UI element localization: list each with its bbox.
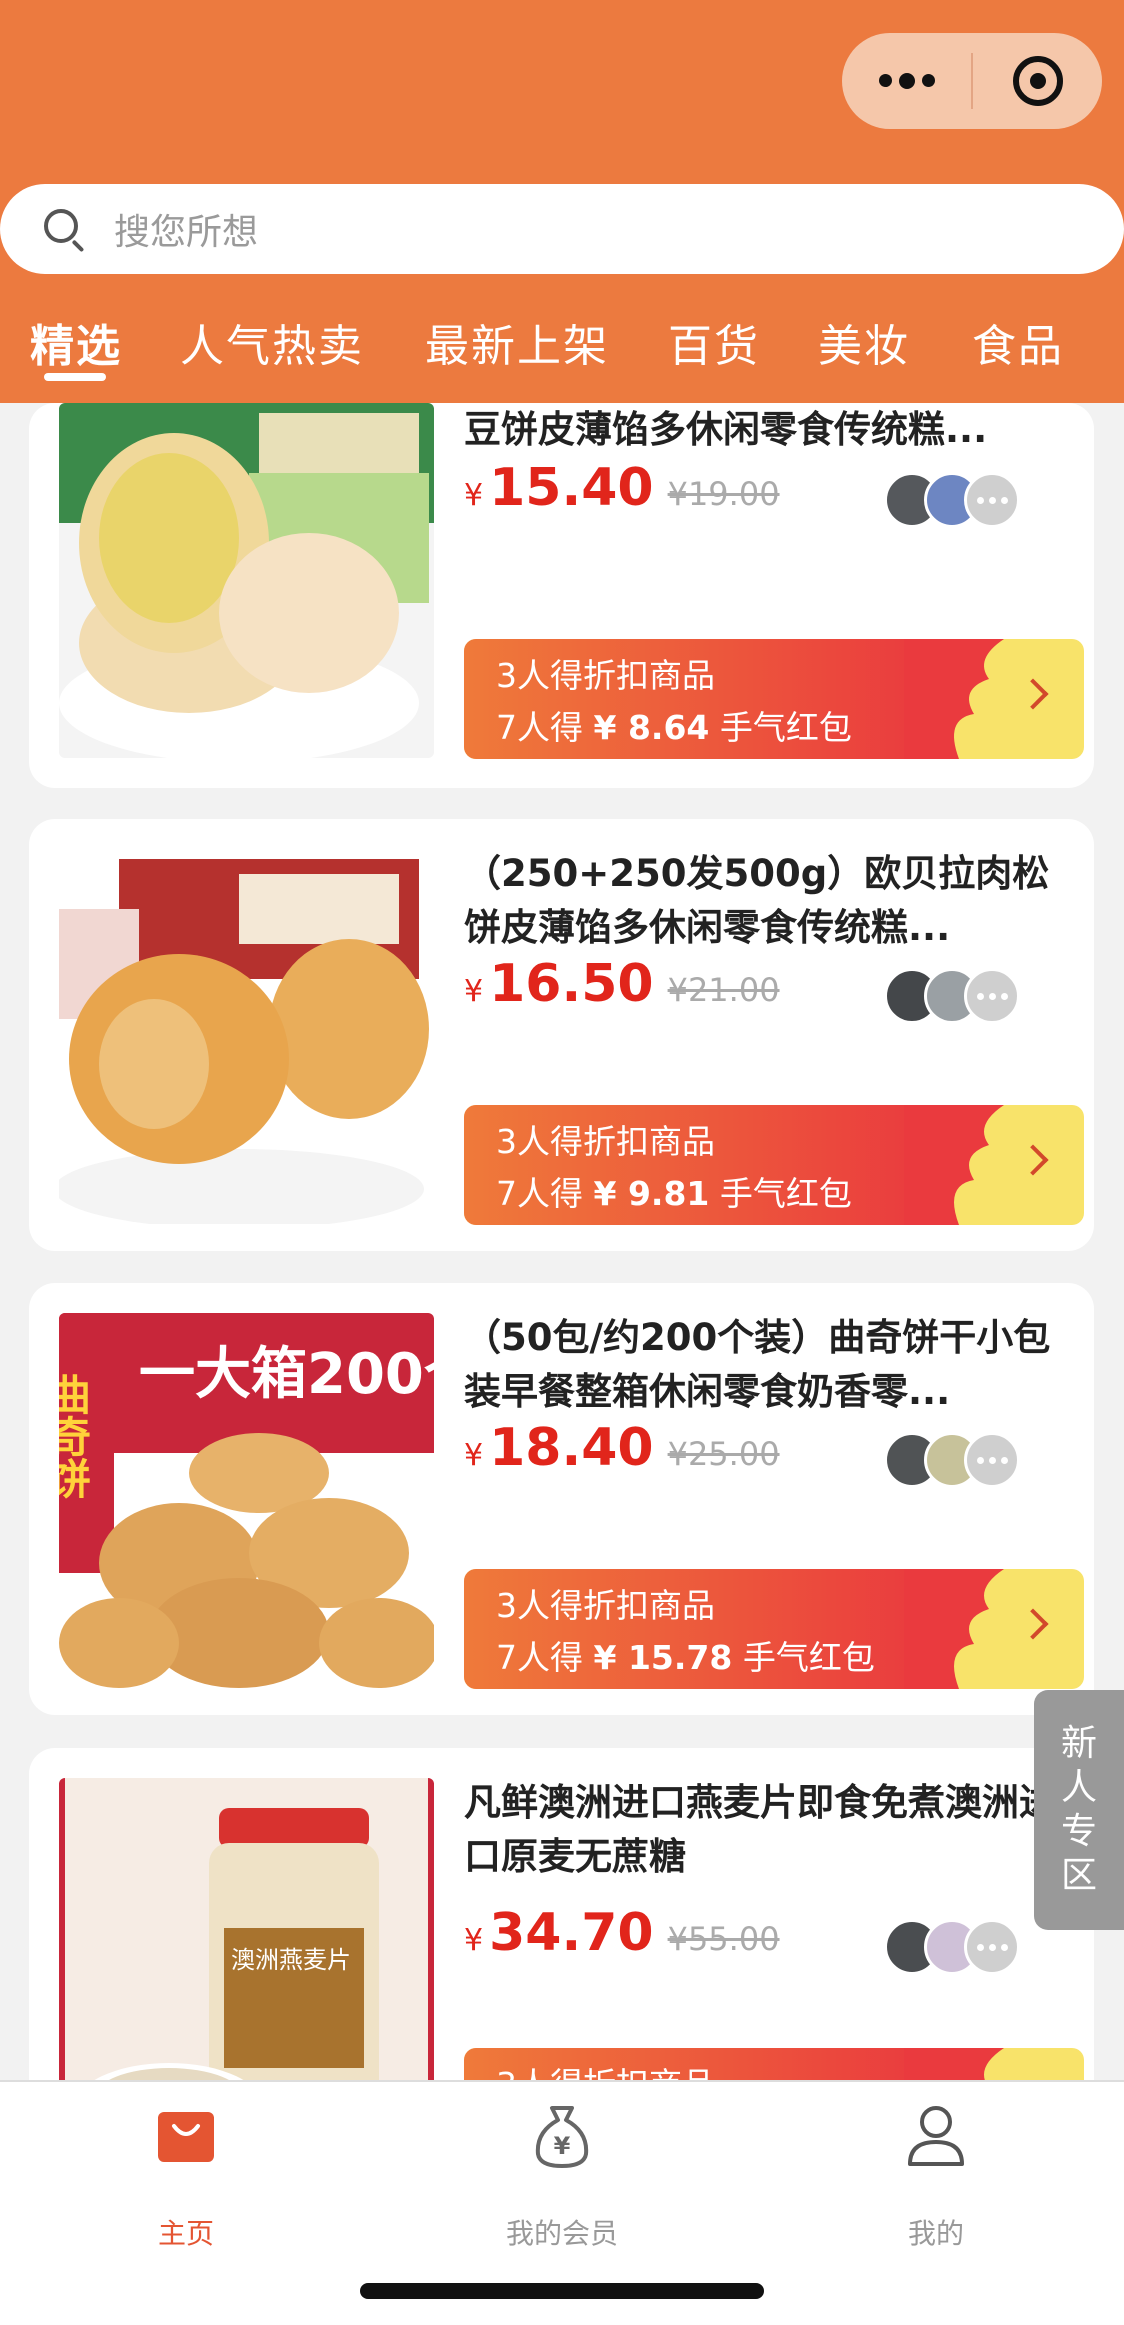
currency-symbol: ¥ (464, 1438, 484, 1473)
group-buy-promo[interactable]: 3人得折扣商品 7人得 ¥ 9.81 手气红包 (464, 1105, 1084, 1225)
price-row: ¥ 34.70 ¥55.00 (464, 1903, 780, 1973)
buyer-avatars (884, 1432, 1044, 1488)
nav-home[interactable]: 主页 (86, 2102, 286, 2250)
product-title[interactable]: 豆饼皮薄馅多休闲零食传统糕... (464, 403, 1074, 457)
original-price: ¥21.00 (667, 971, 780, 1009)
close-miniprogram-button[interactable] (973, 33, 1102, 129)
product-title[interactable]: （50包/约200个装）曲奇饼干小包装早餐整箱休闲零食奶香零... (464, 1311, 1074, 1419)
promo-line1: 3人得折扣商品 (496, 1586, 715, 1625)
tab-beauty[interactable]: 美妆 (818, 310, 910, 374)
promo-line2: 7人得 ¥ 8.64 手气红包 (496, 708, 852, 747)
product-card[interactable]: 澳洲燕麦片 凡鲜澳洲进口燕麦片即食免煮澳洲进口原麦无蔗糖 ¥ 34.70 ¥55… (29, 1748, 1094, 2080)
category-tabs: 精选 人气热卖 最新上架 百货 美妆 食品 (0, 310, 1124, 380)
promo-line1: 3人得折扣商品 (496, 656, 715, 695)
svg-text:¥: ¥ (554, 2132, 571, 2160)
search-placeholder: 搜您所想 (114, 212, 259, 253)
promo-line1: 3人得折扣商品 (496, 2058, 715, 2080)
group-buy-promo[interactable]: 3人得折扣商品 (464, 2048, 1084, 2080)
search-bar[interactable]: 搜您所想 (0, 184, 1124, 274)
home-indicator (360, 2283, 764, 2299)
product-image (59, 849, 434, 1224)
more-avatars-icon (964, 968, 1020, 1024)
user-icon (908, 2106, 964, 2166)
tab-food[interactable]: 食品 (972, 310, 1064, 374)
price-row: ¥ 16.50 ¥21.00 (464, 954, 780, 1024)
currency-symbol: ¥ (464, 1923, 484, 1958)
target-circle-icon (1012, 56, 1063, 106)
nav-membership[interactable]: ¥ 我的会员 (462, 2102, 662, 2250)
promo-line2: 7人得 ¥ 9.81 手气红包 (496, 1174, 852, 1213)
currency-symbol: ¥ (464, 974, 484, 1009)
newbie-zone-tab[interactable]: 新 人 专 区 (1034, 1690, 1124, 1930)
group-buy-promo[interactable]: 3人得折扣商品 7人得 ¥ 8.64 手气红包 (464, 639, 1084, 759)
product-card[interactable]: 一大箱200个 曲奇饼 （50包/约200个装）曲奇饼干小包装早餐整箱休闲零食奶… (29, 1283, 1094, 1715)
image-side-text: 曲奇饼 (59, 1373, 92, 1499)
price: 34.70 (489, 1903, 654, 1963)
product-image: 一大箱200个 曲奇饼 (59, 1313, 434, 1688)
product-image: 澳洲燕麦片 (59, 1778, 434, 2080)
product-card[interactable]: （250+250发500g）欧贝拉肉松饼皮薄馅多休闲零食传统糕... ¥ 16.… (29, 819, 1094, 1251)
price: 18.40 (489, 1418, 654, 1478)
original-price: ¥55.00 (667, 1920, 780, 1958)
product-list[interactable]: 豆饼皮薄馅多休闲零食传统糕... ¥ 15.40 ¥19.00 3人得折扣商品 … (0, 403, 1124, 2080)
promo-line2: 7人得 ¥ 15.78 手气红包 (496, 1638, 875, 1677)
newbie-char: 区 (1060, 1855, 1097, 1896)
image-banner-text: 一大箱200个 (139, 1342, 434, 1407)
more-avatars-icon (964, 1919, 1020, 1975)
currency-symbol: ¥ (464, 478, 484, 513)
original-price: ¥25.00 (667, 1435, 780, 1473)
image-label-text: 澳洲燕麦片 (231, 1946, 351, 1974)
app-page: 搜您所想 精选 人气热卖 最新上架 百货 美妆 食品 豆饼皮薄馅多休闲零食传统糕… (0, 0, 1124, 2325)
nav-label: 主页 (157, 2217, 214, 2250)
shopping-bag-icon (158, 2112, 214, 2162)
product-title[interactable]: 凡鲜澳洲进口燕麦片即食免煮澳洲进口原麦无蔗糖 (464, 1776, 1074, 1884)
mini-program-capsule (842, 33, 1102, 129)
header: 搜您所想 精选 人气热卖 最新上架 百货 美妆 食品 (0, 0, 1124, 403)
more-avatars-icon (964, 1432, 1020, 1488)
price-row: ¥ 18.40 ¥25.00 (464, 1418, 780, 1488)
more-menu-button[interactable] (842, 33, 971, 129)
tab-popular[interactable]: 人气热卖 (180, 310, 364, 374)
nav-label: 我的会员 (505, 2217, 618, 2250)
tab-general-goods[interactable]: 百货 (668, 310, 760, 374)
tab-new-arrivals[interactable]: 最新上架 (425, 310, 609, 374)
product-title[interactable]: （250+250发500g）欧贝拉肉松饼皮薄馅多休闲零食传统糕... (464, 847, 1074, 955)
promo-line1: 3人得折扣商品 (496, 1122, 715, 1161)
price: 15.40 (489, 458, 654, 518)
active-tab-indicator (44, 373, 106, 381)
nav-label: 我的 (907, 2217, 964, 2250)
more-avatars-icon (964, 472, 1020, 528)
product-image (59, 403, 434, 758)
buyer-avatars (884, 472, 1044, 528)
nav-profile[interactable]: 我的 (836, 2102, 1036, 2250)
price-row: ¥ 15.40 ¥19.00 (464, 458, 780, 528)
original-price: ¥19.00 (667, 475, 780, 513)
buyer-avatars (884, 968, 1044, 1024)
newbie-char: 新 (1060, 1723, 1097, 1764)
search-icon (42, 207, 86, 253)
product-card[interactable]: 豆饼皮薄馅多休闲零食传统糕... ¥ 15.40 ¥19.00 3人得折扣商品 … (29, 403, 1094, 788)
newbie-char: 人 (1060, 1767, 1097, 1808)
price: 16.50 (489, 954, 654, 1014)
group-buy-promo[interactable]: 3人得折扣商品 7人得 ¥ 15.78 手气红包 (464, 1569, 1084, 1689)
money-bag-icon: ¥ (535, 2106, 589, 2168)
newbie-char: 专 (1060, 1811, 1097, 1852)
more-dots-icon (878, 72, 935, 89)
buyer-avatars (884, 1919, 1044, 1975)
tab-featured[interactable]: 精选 (30, 310, 122, 374)
